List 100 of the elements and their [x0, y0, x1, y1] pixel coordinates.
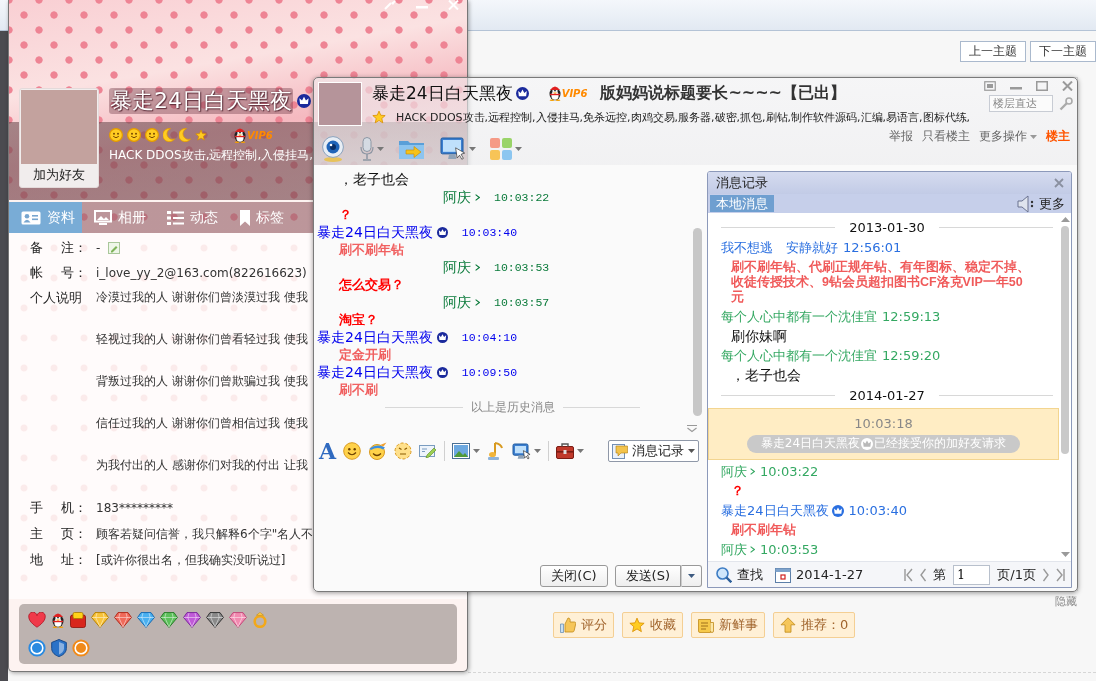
hat-smiley-icon[interactable]: [368, 442, 388, 460]
scrollbar-thumb[interactable]: [693, 228, 702, 416]
note-icon[interactable]: [487, 442, 506, 460]
search-button[interactable]: 查找: [714, 565, 765, 584]
favorite-button[interactable]: 收藏: [622, 612, 683, 638]
signature-text: HACK DDOS攻击,远程控制,入侵挂马,免杀远控,肉鸡交易,服务器,破密,抓包,刷钻,制作软件源码,汇编,易语言,图标代练,: [396, 109, 971, 125]
caret-icon[interactable]: [688, 574, 695, 578]
message-time: 12:59:20: [882, 348, 941, 363]
diamond-icon: [91, 612, 109, 628]
smiley-icon[interactable]: [343, 442, 362, 460]
date-button[interactable]: 2014-1-27: [773, 566, 866, 583]
scrollbar-thumb[interactable]: [1061, 226, 1069, 454]
chat-bubble-icon[interactable]: [612, 443, 628, 459]
last-page-icon[interactable]: [1056, 567, 1065, 582]
newspaper-icon: [698, 617, 714, 633]
message-text: 淘宝？: [338, 311, 379, 329]
history-button[interactable]: 消息记录: [608, 440, 699, 462]
maximize-icon[interactable]: [1036, 80, 1048, 91]
message-text: ，老子也会: [338, 171, 410, 189]
edit-icon[interactable]: [108, 241, 121, 254]
pencil-icon[interactable]: [419, 444, 438, 458]
rate-button[interactable]: 评分: [553, 612, 614, 638]
sender-name: 阿庆: [721, 540, 747, 559]
add-friend-button[interactable]: 加为好友: [21, 164, 97, 186]
message-text: ，老子也会: [730, 366, 802, 385]
picture-icon[interactable]: [452, 443, 471, 459]
thread-title: 版妈妈说标题要长~~~~【已出】: [600, 82, 846, 104]
date-label: 2014-01-27: [849, 388, 925, 403]
speaker-icon[interactable]: [1017, 194, 1035, 213]
sender-name: 阿庆: [721, 462, 747, 481]
more-actions-menu[interactable]: 更多操作: [979, 128, 1037, 145]
caret-icon[interactable]: [577, 449, 585, 453]
moon-icon: [179, 128, 191, 142]
topic-nav-button[interactable]: 下一主题: [1030, 41, 1096, 62]
sender-name: 暴走24日白天黑夜: [317, 328, 433, 346]
profile-name: 暴走24日白天黑夜: [109, 88, 293, 114]
caret-icon[interactable]: [469, 147, 476, 151]
list-icon[interactable]: [167, 210, 184, 225]
moon-icon: [163, 128, 175, 142]
wrench-icon[interactable]: [1059, 96, 1073, 111]
id-card-icon[interactable]: [21, 210, 41, 225]
floor-jump-field[interactable]: 楼层直达: [989, 95, 1053, 112]
message-time: 10:03:22: [760, 464, 819, 479]
send-button[interactable]: 发送(S): [614, 565, 681, 587]
star-icon: [372, 110, 386, 124]
recommend-button[interactable]: 推荐：0: [773, 612, 856, 638]
font-button[interactable]: A: [319, 440, 337, 462]
next-page-icon[interactable]: [1043, 567, 1049, 582]
calendar-icon: [775, 566, 791, 583]
collapse-icon[interactable]: [686, 425, 698, 433]
vip-label: VIP6: [561, 87, 588, 99]
thumbs-up-icon: [560, 617, 576, 633]
webcam-icon[interactable]: [320, 136, 346, 162]
caret-icon[interactable]: [688, 449, 695, 453]
bookmark-icon[interactable]: [240, 209, 250, 226]
folder-icon[interactable]: [398, 138, 426, 160]
scroll-down-icon[interactable]: [1060, 552, 1070, 557]
face-icon[interactable]: [394, 442, 413, 460]
post-action-link[interactable]: 举报: [889, 128, 913, 145]
first-page-icon[interactable]: [904, 567, 914, 582]
field-label: 主 页：: [30, 525, 89, 543]
send-options-button[interactable]: [681, 565, 702, 587]
caret-icon[interactable]: [473, 449, 481, 453]
topic-nav-button[interactable]: 上一主题: [960, 41, 1026, 62]
news-button[interactable]: 新鲜事: [691, 612, 765, 638]
window-icon[interactable]: [984, 80, 996, 91]
hide-link[interactable]: 隐藏: [1055, 594, 1077, 609]
more-button[interactable]: 更多: [1039, 194, 1065, 213]
sender-name: 暴走24日白天黑夜: [317, 223, 433, 241]
bio-line: 冷漠过我的人 谢谢你们曾淡漠过我 使我: [96, 289, 308, 306]
previous-page-icon[interactable]: [920, 567, 927, 582]
caret-icon[interactable]: [534, 449, 542, 453]
page-field[interactable]: 1: [953, 564, 991, 585]
message-text: ？: [338, 206, 353, 224]
field-value: 顾客若疑问信誉，我只解释6个字"名人不: [96, 525, 314, 543]
diamond-icon: [183, 612, 201, 628]
close-icon[interactable]: [1054, 178, 1064, 188]
microphone-icon[interactable]: [360, 137, 374, 161]
message-time: 10:03:22: [494, 190, 550, 204]
star-icon: [629, 617, 645, 633]
penguin-icon: [51, 612, 65, 628]
close-icon[interactable]: [1062, 80, 1073, 91]
post-action-link[interactable]: 只看楼主: [922, 128, 970, 145]
close-button[interactable]: 关闭(C): [540, 565, 608, 587]
toolbox-icon[interactable]: [556, 443, 575, 459]
photo-placeholder: [318, 82, 362, 126]
monitor-icon[interactable]: [440, 137, 466, 161]
penguin-icon: [233, 127, 247, 143]
field-value: [或许你很出名，但我确实没听说过]: [96, 551, 286, 569]
scroll-up-icon[interactable]: [1060, 217, 1070, 222]
notice-time: 10:03:18: [854, 415, 913, 431]
message-time: 12:56:01: [843, 240, 902, 255]
caret-icon[interactable]: [515, 147, 522, 151]
signature-text: HACK DDOS攻击,远程控制,入侵挂马,: [109, 148, 314, 162]
app-grid-icon[interactable]: [490, 138, 512, 160]
picture-frame-icon[interactable]: [94, 210, 112, 225]
shield-icon: [51, 639, 67, 657]
page-count-label: 页/1页: [997, 565, 1036, 584]
monitor-icon[interactable]: [512, 442, 532, 460]
message-time: 10:03:40: [461, 225, 518, 239]
